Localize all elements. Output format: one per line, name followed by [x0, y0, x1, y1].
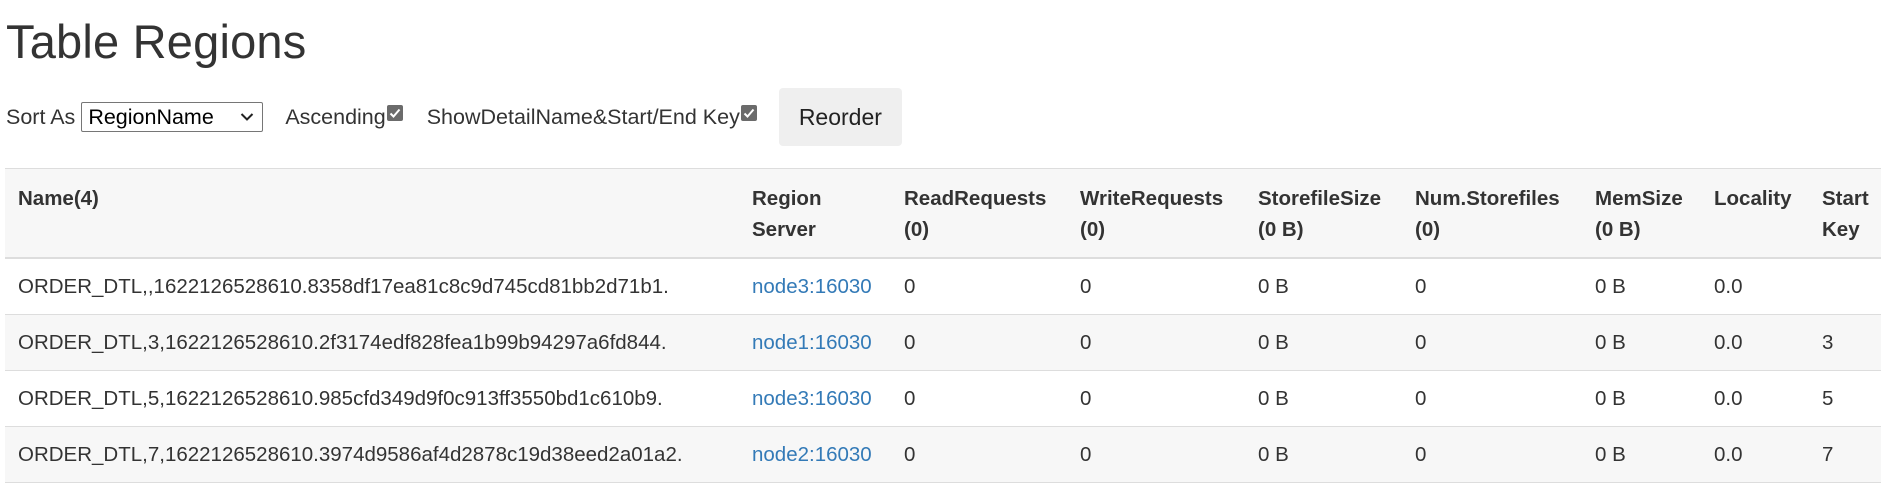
chevron-down-icon	[241, 113, 254, 121]
num-storefiles-cell: 0	[1402, 314, 1582, 371]
sort-select-value: RegionName	[88, 104, 214, 129]
regions-table: Name(4) Region Server ReadRequests (0) Wri…	[5, 168, 1881, 483]
start-key-cell: 7	[1809, 426, 1881, 483]
memsize-cell: 0 B	[1582, 370, 1701, 427]
col-header-locality[interactable]: Locality	[1701, 168, 1809, 259]
col-header-storefile-size[interactable]: StorefileSize (0 B)	[1245, 168, 1402, 259]
table-row: ORDER_DTL,5,1622126528610.985cfd349d9f0c…	[5, 370, 1881, 427]
col-header-num-storefiles[interactable]: Num.Storefiles (0)	[1402, 168, 1582, 259]
region-server-link[interactable]: node3:16030	[739, 258, 891, 315]
col-header-start-key[interactable]: Start Key	[1809, 168, 1881, 259]
table-row: ORDER_DTL,3,1622126528610.2f3174edf828fe…	[5, 314, 1881, 371]
write-requests-cell: 0	[1067, 426, 1245, 483]
locality-cell: 0.0	[1701, 314, 1809, 371]
write-requests-cell: 0	[1067, 370, 1245, 427]
checkmark-icon	[389, 108, 400, 118]
locality-cell: 0.0	[1701, 426, 1809, 483]
col-header-read-requests[interactable]: ReadRequests (0)	[891, 168, 1067, 259]
page-title: Table Regions	[6, 15, 307, 68]
storefile-size-cell: 0 B	[1245, 314, 1402, 371]
region-name-cell: ORDER_DTL,3,1622126528610.2f3174edf828fe…	[5, 314, 739, 371]
region-name-cell: ORDER_DTL,7,1622126528610.3974d9586af4d2…	[5, 426, 739, 483]
region-server-link[interactable]: node3:16030	[739, 370, 891, 427]
reorder-button[interactable]: Reorder	[778, 88, 902, 146]
region-server-link[interactable]: node1:16030	[739, 314, 891, 371]
col-header-memsize[interactable]: MemSize (0 B)	[1582, 168, 1701, 259]
checkmark-icon	[743, 108, 755, 118]
read-requests-cell: 0	[891, 258, 1067, 315]
write-requests-cell: 0	[1067, 314, 1245, 371]
locality-cell: 0.0	[1701, 258, 1809, 315]
num-storefiles-cell: 0	[1402, 426, 1582, 483]
region-name-cell: ORDER_DTL,,1622126528610.8358df17ea81c8c…	[5, 258, 739, 315]
storefile-size-cell: 0 B	[1245, 426, 1402, 483]
sort-as-label: Sort As	[6, 104, 76, 129]
region-name-cell: ORDER_DTL,5,1622126528610.985cfd349d9f0c…	[5, 370, 739, 427]
page: Table Regions Sort As RegionName Ascendi…	[0, 0, 1881, 496]
sort-controls: Sort As RegionName Ascending ShowDetailN…	[6, 88, 902, 146]
col-header-write-requests[interactable]: WriteRequests (0)	[1067, 168, 1245, 259]
num-storefiles-cell: 0	[1402, 258, 1582, 315]
memsize-cell: 0 B	[1582, 314, 1701, 371]
storefile-size-cell: 0 B	[1245, 370, 1402, 427]
show-detail-checkbox[interactable]	[740, 105, 757, 121]
col-header-region-server[interactable]: Region Server	[739, 168, 891, 259]
start-key-cell: 3	[1809, 314, 1881, 371]
memsize-cell: 0 B	[1582, 258, 1701, 315]
read-requests-cell: 0	[891, 426, 1067, 483]
col-header-name[interactable]: Name(4)	[5, 168, 739, 259]
read-requests-cell: 0	[891, 370, 1067, 427]
start-key-cell: 5	[1809, 370, 1881, 427]
ascending-checkbox[interactable]	[386, 105, 403, 121]
memsize-cell: 0 B	[1582, 426, 1701, 483]
read-requests-cell: 0	[891, 314, 1067, 371]
start-key-cell	[1809, 258, 1881, 315]
region-server-link[interactable]: node2:16030	[739, 426, 891, 483]
locality-cell: 0.0	[1701, 370, 1809, 427]
write-requests-cell: 0	[1067, 258, 1245, 315]
num-storefiles-cell: 0	[1402, 370, 1582, 427]
sort-select[interactable]: RegionName	[81, 102, 264, 132]
table-row: ORDER_DTL,7,1622126528610.3974d9586af4d2…	[5, 426, 1881, 483]
table-row: ORDER_DTL,,1622126528610.8358df17ea81c8c…	[5, 258, 1881, 315]
ascending-label: Ascending	[285, 104, 386, 129]
show-detail-label: ShowDetailName&Start/End Key	[426, 104, 740, 129]
storefile-size-cell: 0 B	[1245, 258, 1402, 315]
table-header-row: Name(4) Region Server ReadRequests (0) Wri…	[5, 168, 1881, 259]
